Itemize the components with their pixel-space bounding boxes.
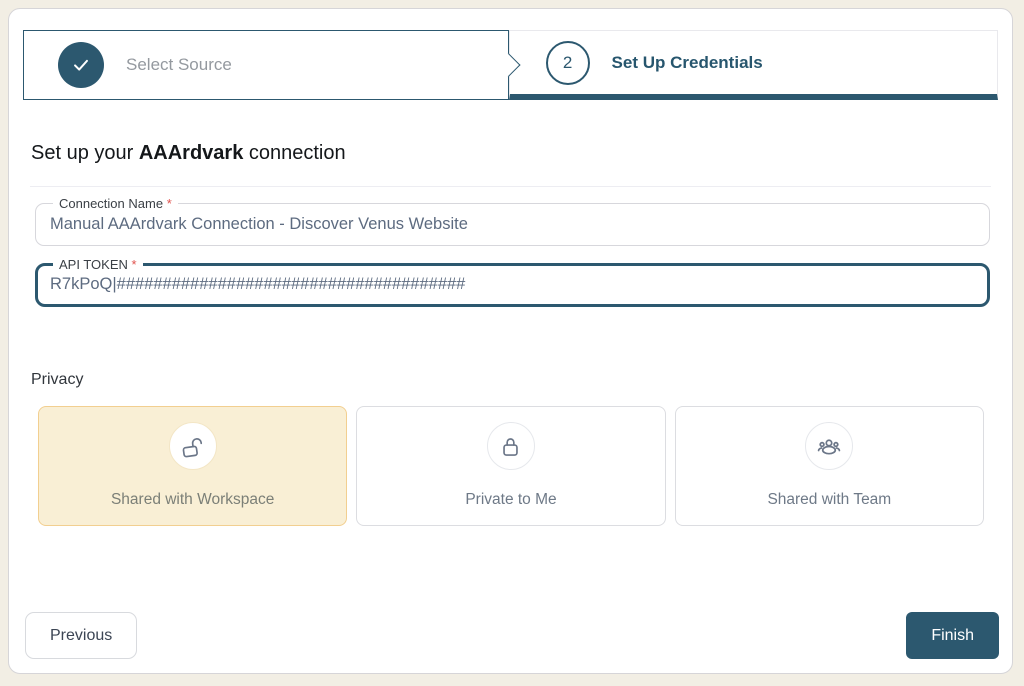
step-label: Set Up Credentials	[612, 53, 763, 73]
privacy-option-label: Private to Me	[465, 491, 556, 509]
api-token-label: API TOKEN *	[53, 257, 143, 272]
privacy-option-shared-with-team[interactable]: Shared with Team	[675, 406, 984, 526]
finish-button[interactable]: Finish	[906, 612, 999, 659]
page-title-prefix: Set up your	[31, 142, 139, 164]
footer-actions: Previous Finish	[9, 612, 1012, 659]
page-title: Set up your AAArdvark connection	[31, 142, 1012, 165]
connection-name-label: Connection Name *	[53, 196, 178, 211]
connection-name-field[interactable]: Connection Name * Manual AAArdvark Conne…	[35, 196, 990, 246]
previous-button[interactable]: Previous	[25, 612, 137, 659]
connection-name-input[interactable]: Manual AAArdvark Connection - Discover V…	[48, 212, 977, 234]
section-divider	[30, 186, 991, 187]
icon-circle	[805, 422, 853, 470]
connector-name: AAArdvark	[139, 142, 243, 164]
privacy-section-label: Privacy	[31, 371, 1012, 389]
privacy-option-label: Shared with Workspace	[111, 491, 274, 509]
step-complete-badge	[58, 42, 104, 88]
privacy-option-shared-with-workspace[interactable]: Shared with Workspace	[38, 406, 347, 526]
unlock-icon	[180, 434, 205, 459]
lock-icon	[498, 434, 523, 459]
api-token-input[interactable]: R7kPoQ|#################################…	[48, 272, 977, 294]
check-icon	[70, 54, 92, 76]
api-token-field[interactable]: API TOKEN * R7kPoQ|#####################…	[35, 257, 990, 307]
required-asterisk: *	[167, 196, 172, 211]
team-icon	[816, 433, 842, 459]
step-set-up-credentials[interactable]: 2 Set Up Credentials	[509, 30, 998, 100]
step-select-source[interactable]: Select Source	[23, 30, 509, 100]
step-label: Select Source	[126, 55, 232, 75]
required-asterisk: *	[132, 257, 137, 272]
icon-circle	[487, 422, 535, 470]
page-title-suffix: connection	[243, 142, 345, 164]
icon-circle	[169, 422, 217, 470]
stepper: Select Source 2 Set Up Credentials	[23, 30, 998, 100]
privacy-option-private-to-me[interactable]: Private to Me	[356, 406, 665, 526]
step-number-badge: 2	[546, 41, 590, 85]
wizard-card: Select Source 2 Set Up Credentials Set u…	[8, 8, 1013, 674]
field-label-text: Connection Name	[59, 196, 163, 211]
field-label-text: API TOKEN	[59, 257, 128, 272]
privacy-options: Shared with Workspace Private to Me	[38, 406, 984, 526]
privacy-option-label: Shared with Team	[767, 491, 891, 509]
